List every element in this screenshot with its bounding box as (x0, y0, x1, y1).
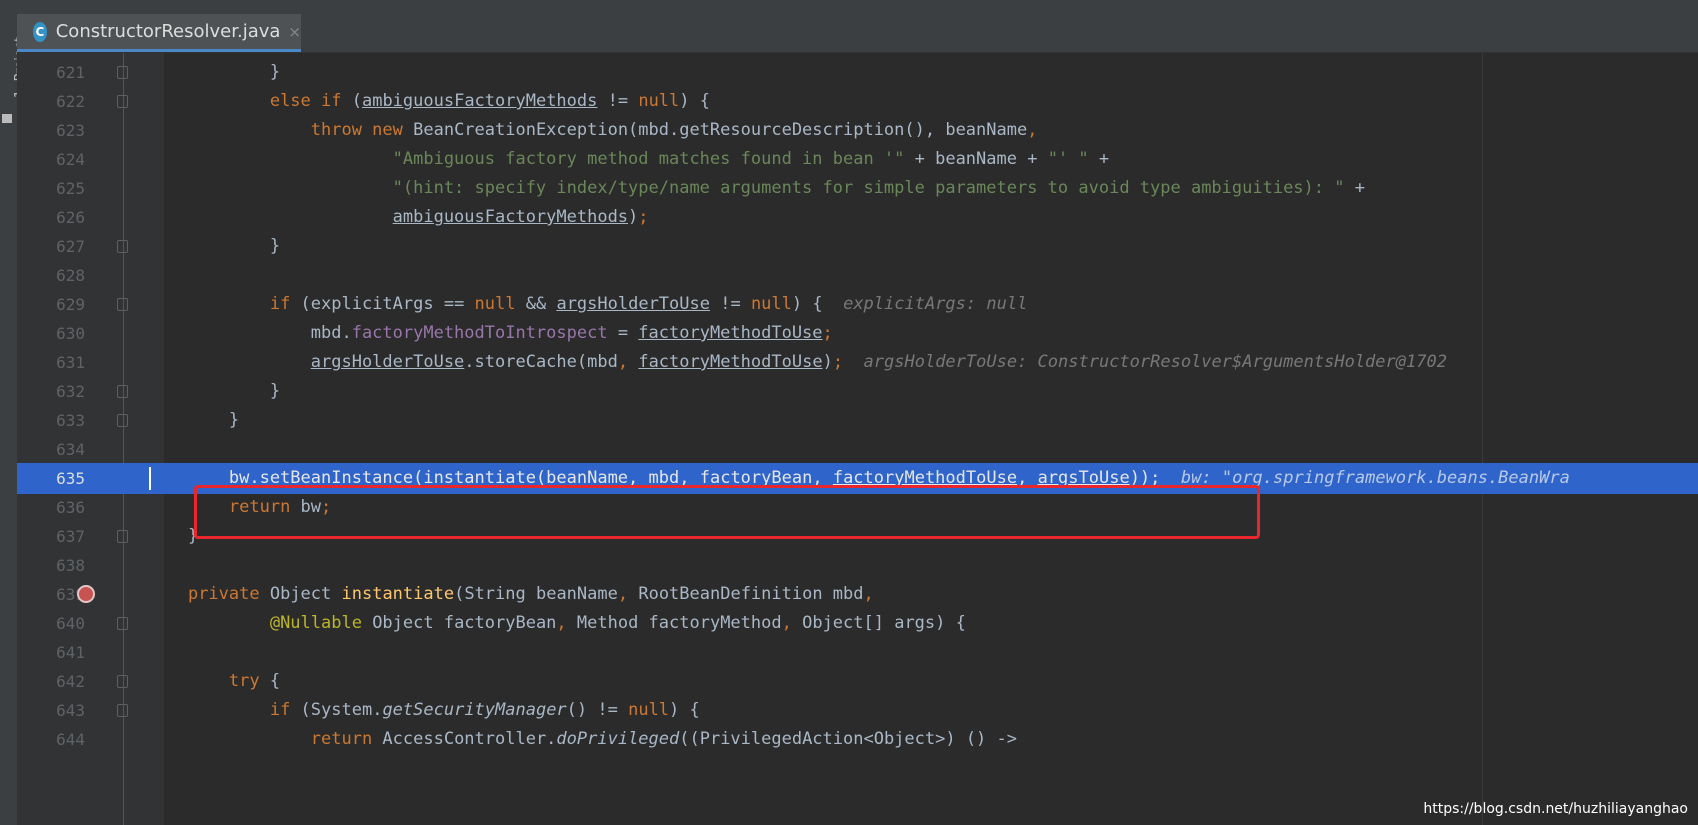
code-line[interactable]: 642 try { (17, 666, 1698, 697)
code-text[interactable]: } (147, 231, 280, 262)
java-class-icon: C (33, 21, 47, 42)
code-line[interactable]: 643 if (System.getSecurityManager() != n… (17, 695, 1698, 726)
line-number[interactable]: 623 (17, 115, 85, 146)
code-text[interactable]: try { (147, 666, 280, 697)
code-line[interactable]: 624 "Ambiguous factory method matches fo… (17, 144, 1698, 175)
code-editor[interactable]: 621 } 622 else if (ambiguousFactoryMethod… (17, 53, 1698, 825)
code-text[interactable]: private Object instantiate(String beanNa… (147, 579, 874, 610)
line-number[interactable]: 629 (17, 289, 85, 320)
code-line[interactable]: 623 throw new BeanCreationException(mbd.… (17, 115, 1698, 146)
fold-marker-icon[interactable] (117, 298, 128, 311)
code-line[interactable]: 622 else if (ambiguousFactoryMethods != … (17, 86, 1698, 117)
top-toolbar-strip (0, 0, 1698, 15)
tab-constructor-resolver[interactable]: C ConstructorResolver.java × (17, 14, 301, 52)
line-number[interactable]: 638 (17, 550, 85, 581)
code-line[interactable]: 640 @Nullable Object factoryBean, Method… (17, 608, 1698, 639)
fold-marker-icon[interactable] (117, 675, 128, 688)
line-number[interactable]: 642 (17, 666, 85, 697)
code-text[interactable]: "(hint: specify index/type/name argument… (147, 173, 1365, 204)
code-line[interactable]: 634 (17, 434, 1698, 465)
tab-title[interactable]: ConstructorResolver.java (56, 21, 281, 42)
line-number[interactable]: 644 (17, 724, 85, 755)
line-number[interactable]: 635 (17, 463, 85, 494)
watermark: https://blog.csdn.net/huzhiliayanghao (1423, 801, 1688, 817)
line-number[interactable]: 622 (17, 86, 85, 117)
fold-marker-icon[interactable] (117, 617, 128, 630)
folder-icon (2, 114, 12, 123)
code-text[interactable]: argsHolderToUse.storeCache(mbd, factoryM… (147, 347, 1447, 378)
code-text[interactable]: if (explicitArgs == null && argsHolderTo… (147, 289, 1027, 320)
code-line[interactable]: 621 } (17, 57, 1698, 88)
code-text[interactable]: } (147, 521, 198, 552)
line-number[interactable]: 625 (17, 173, 85, 204)
highlight-annotation-box (194, 485, 1260, 539)
line-number[interactable]: 639 (17, 579, 85, 610)
fold-marker-icon[interactable] (117, 240, 128, 253)
code-line[interactable]: 628 (17, 260, 1698, 291)
code-text[interactable]: mbd.factoryMethodToIntrospect = factoryM… (147, 318, 833, 349)
code-line[interactable]: 639 private Object instantiate(String be… (17, 579, 1698, 610)
line-number[interactable]: 637 (17, 521, 85, 552)
fold-marker-icon[interactable] (117, 414, 128, 427)
code-text[interactable]: @Nullable Object factoryBean, Method fac… (147, 608, 966, 639)
code-text[interactable]: } (147, 57, 280, 88)
code-line[interactable]: 625 "(hint: specify index/type/name argu… (17, 173, 1698, 204)
code-line[interactable]: 633 } (17, 405, 1698, 436)
code-line[interactable]: 626 ambiguousFactoryMethods); (17, 202, 1698, 233)
code-line[interactable]: 641 (17, 637, 1698, 668)
fold-marker-icon[interactable] (117, 66, 128, 79)
line-number[interactable]: 633 (17, 405, 85, 436)
code-text[interactable]: throw new BeanCreationException(mbd.getR… (147, 115, 1038, 146)
fold-marker-icon[interactable] (117, 530, 128, 543)
line-number[interactable]: 632 (17, 376, 85, 407)
line-number[interactable]: 634 (17, 434, 85, 465)
close-icon[interactable]: × (288, 23, 301, 41)
line-number[interactable]: 624 (17, 144, 85, 175)
line-number[interactable]: 636 (17, 492, 85, 523)
code-line[interactable]: 638 (17, 550, 1698, 581)
fold-marker-icon[interactable] (117, 704, 128, 717)
fold-marker-icon[interactable] (117, 385, 128, 398)
line-number[interactable]: 641 (17, 637, 85, 668)
code-text[interactable]: return AccessController.doPrivileged((Pr… (147, 724, 1017, 755)
line-number[interactable]: 631 (17, 347, 85, 378)
line-number[interactable]: 640 (17, 608, 85, 639)
breakpoint-icon[interactable] (77, 585, 95, 603)
code-line[interactable]: 644 return AccessController.doPrivileged… (17, 724, 1698, 755)
code-line[interactable]: 627 } (17, 231, 1698, 262)
code-text[interactable]: else if (ambiguousFactoryMethods != null… (147, 86, 710, 117)
code-line[interactable]: 629 if (explicitArgs == null && argsHold… (17, 289, 1698, 320)
code-text[interactable]: ambiguousFactoryMethods); (147, 202, 649, 233)
line-number[interactable]: 630 (17, 318, 85, 349)
project-tool-window-bar[interactable]: 1: Project (0, 14, 28, 825)
line-number[interactable]: 628 (17, 260, 85, 291)
code-text[interactable]: } (147, 405, 239, 436)
code-text[interactable]: } (147, 376, 280, 407)
code-line[interactable]: 631 argsHolderToUse.storeCache(mbd, fact… (17, 347, 1698, 378)
code-line[interactable]: 632 } (17, 376, 1698, 407)
line-number[interactable]: 621 (17, 57, 85, 88)
fold-marker-icon[interactable] (117, 95, 128, 108)
code-text[interactable]: "Ambiguous factory method matches found … (147, 144, 1109, 175)
line-number[interactable]: 627 (17, 231, 85, 262)
editor-tab-bar: C ConstructorResolver.java × (17, 14, 1698, 53)
line-number[interactable]: 643 (17, 695, 85, 726)
line-number[interactable]: 626 (17, 202, 85, 233)
code-text[interactable]: if (System.getSecurityManager() != null)… (147, 695, 700, 726)
code-line[interactable]: 630 mbd.factoryMethodToIntrospect = fact… (17, 318, 1698, 349)
